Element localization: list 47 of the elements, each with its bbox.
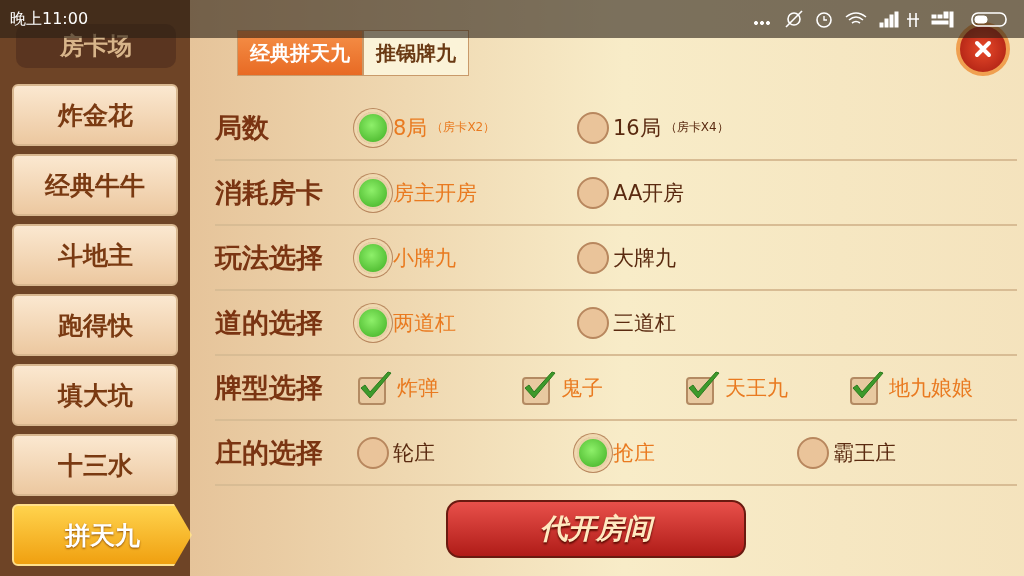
- radio-button[interactable]: [357, 306, 389, 339]
- radio-button[interactable]: [357, 111, 389, 144]
- game-menu-item[interactable]: 填大坑: [12, 364, 178, 426]
- radio-button[interactable]: [577, 111, 609, 144]
- option-label: 抢庄: [613, 439, 655, 467]
- option-label: 两道杠: [393, 309, 456, 337]
- option-label: 三道杠: [613, 309, 676, 337]
- option-label: AA开房: [613, 179, 685, 207]
- tab[interactable]: 推锅牌九: [363, 30, 469, 76]
- radio-button[interactable]: [357, 436, 389, 469]
- setting-label: 局数: [215, 110, 270, 145]
- option-label: 轮庄: [393, 439, 435, 467]
- option-label: 鬼子: [561, 374, 603, 402]
- setting-label: 牌型选择: [215, 370, 324, 405]
- close-icon: [973, 39, 993, 59]
- radio-button[interactable]: [577, 241, 609, 274]
- game-menu-item[interactable]: 十三水: [12, 434, 178, 496]
- option-label: 小牌九: [393, 244, 456, 272]
- game-menu-item[interactable]: 炸金花: [12, 84, 178, 146]
- game-menu-item[interactable]: 斗地主: [12, 224, 178, 286]
- radio-button[interactable]: [357, 176, 389, 209]
- radio-button[interactable]: [577, 176, 609, 209]
- checkbox-icon[interactable]: [357, 369, 393, 406]
- option-label: 大牌九: [613, 244, 676, 272]
- option-label: 地九娘娘: [889, 374, 973, 402]
- setting-label: 玩法选择: [215, 240, 324, 275]
- game-menu-item[interactable]: 经典牛牛: [12, 154, 178, 216]
- option-label: 炸弹: [397, 374, 439, 402]
- option-label: 房主开房: [393, 179, 477, 207]
- option-label: 16局: [613, 114, 661, 142]
- radio-button[interactable]: [577, 306, 609, 339]
- game-menu-item[interactable]: 跑得快: [12, 294, 178, 356]
- radio-button[interactable]: [357, 241, 389, 274]
- setting-label: 道的选择: [215, 305, 324, 340]
- radio-button[interactable]: [577, 436, 609, 469]
- option-label: 天王九: [725, 374, 788, 402]
- radio-button[interactable]: [797, 436, 829, 469]
- checkbox-icon[interactable]: [685, 369, 721, 406]
- setting-label: 庄的选择: [215, 435, 324, 470]
- checkbox-icon[interactable]: [521, 369, 557, 406]
- option-note: （房卡X4）: [664, 119, 729, 136]
- option-label: 8局: [393, 114, 428, 142]
- proxy-room-button[interactable]: 代开房间: [446, 500, 746, 558]
- option-note: （房卡X2）: [431, 119, 496, 136]
- option-label: 霸王庄: [833, 439, 896, 467]
- setting-label: 消耗房卡: [215, 175, 324, 210]
- checkbox-icon[interactable]: [849, 369, 885, 406]
